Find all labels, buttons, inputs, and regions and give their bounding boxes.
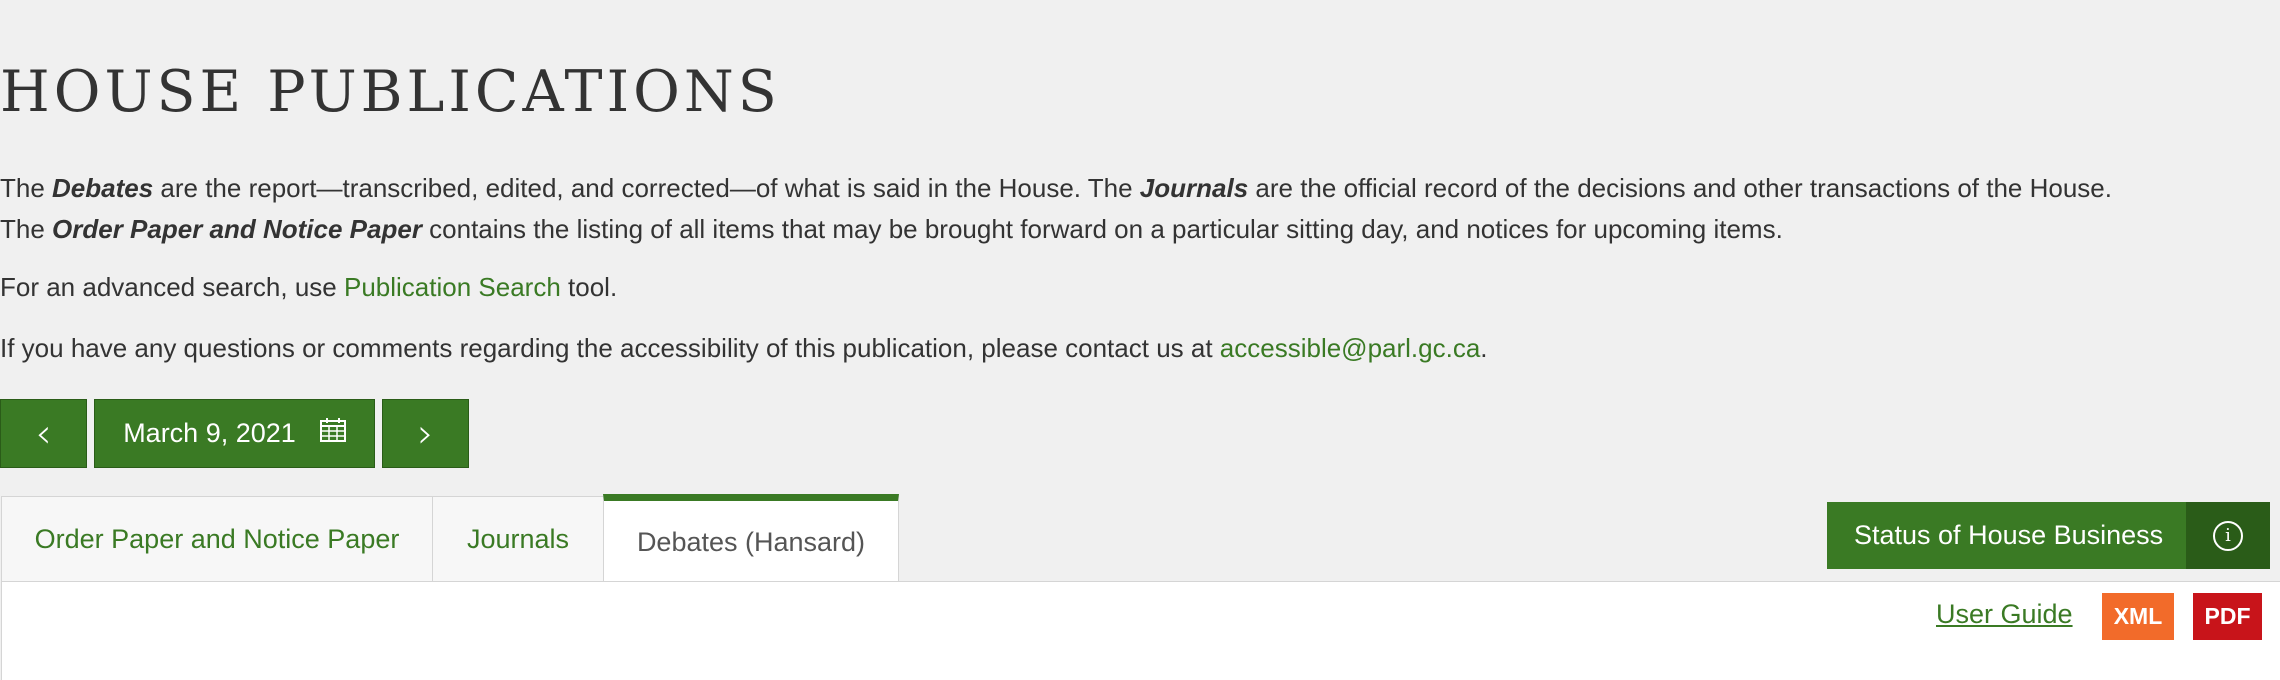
contact-prefix: If you have any questions or comments re…	[0, 333, 1220, 363]
intro-text: The	[0, 214, 53, 244]
intro-text: contains the listing of all items that m…	[421, 214, 1783, 244]
contact-suffix: .	[1480, 333, 1488, 363]
next-date-button[interactable]: ›	[382, 399, 469, 468]
calendar-icon	[319, 418, 346, 449]
pdf-download-button[interactable]: PDF	[2193, 593, 2262, 640]
tab-order-paper[interactable]: Order Paper and Notice Paper	[1, 496, 433, 582]
chevron-right-icon: ›	[417, 410, 434, 457]
advanced-text: For an advanced search, use	[0, 272, 344, 302]
order-paper-term: Order Paper and Notice Paper	[52, 214, 422, 244]
info-icon: i	[2213, 520, 2243, 551]
content-panel	[1, 581, 2280, 680]
email-link[interactable]: accessible@parl.gc.ca	[1220, 333, 1481, 363]
intro-text: The	[0, 173, 53, 203]
previous-date-button[interactable]: ‹	[0, 399, 87, 468]
contact-text: If you have any questions or comments re…	[0, 333, 1488, 364]
chevron-left-icon: ‹	[35, 410, 52, 457]
status-button-label: Status of House Business	[1854, 520, 2164, 550]
intro-text: are the report—transcribed, edited, and …	[153, 173, 1140, 203]
intro-paragraph: The Debates are the report—transcribed, …	[0, 168, 2270, 250]
advanced-text: tool.	[560, 272, 618, 302]
page-title: HOUSE PUBLICATIONS	[0, 59, 781, 125]
info-button[interactable]: i	[2186, 502, 2270, 569]
date-label: March 9, 2021	[123, 418, 296, 448]
intro-text: are the official record of the decisions…	[1248, 173, 2112, 203]
status-of-house-business-button[interactable]: Status of House Business i	[1827, 502, 2270, 569]
tab-debates[interactable]: Debates (Hansard)	[603, 494, 899, 584]
date-picker-button[interactable]: March 9, 2021	[94, 399, 375, 468]
journals-term: Journals	[1139, 173, 1249, 203]
advanced-search-text: For an advanced search, use Publication …	[0, 272, 617, 303]
publication-search-link[interactable]: Publication Search	[344, 272, 561, 302]
debates-term: Debates	[52, 173, 154, 203]
xml-download-button[interactable]: XML	[2102, 593, 2174, 640]
tab-journals[interactable]: Journals	[432, 496, 604, 582]
user-guide-link[interactable]: User Guide	[1936, 599, 2073, 630]
